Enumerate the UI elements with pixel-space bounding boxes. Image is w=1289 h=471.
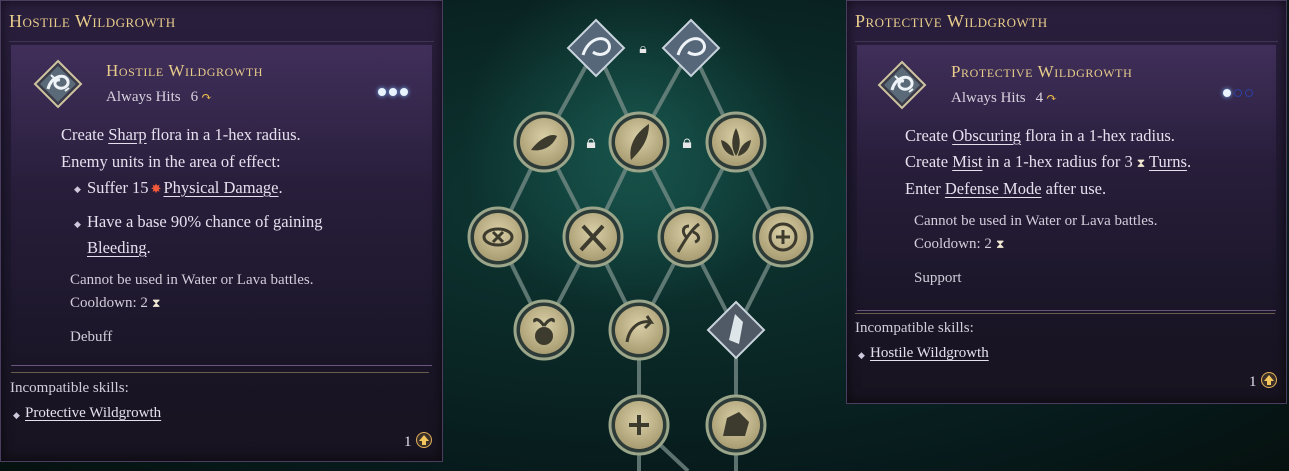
crystal-shard-node[interactable]: [706, 300, 766, 360]
skill-rank-dots: [378, 88, 408, 96]
ap-cost: 4: [1035, 90, 1044, 106]
no-sword-node[interactable]: [562, 206, 624, 268]
incompatible-skill-link[interactable]: Protective Wildgrowth: [25, 405, 161, 422]
effect-line: Have a base 90% chance of gaining: [87, 212, 323, 231]
skill-rank-dots: [1223, 89, 1253, 97]
restriction-text: Cannot be used in Water or Lava battles.: [914, 213, 1158, 229]
rank-dot: [1223, 89, 1231, 97]
cooldown-text: Cooldown: 2 ⧗: [914, 236, 1005, 252]
skill-meta: Always Hits 6 ↷: [106, 89, 212, 106]
arrow-leaf-node[interactable]: [608, 299, 670, 361]
heal-plus-node[interactable]: [752, 206, 814, 268]
skull-sprout-node[interactable]: [513, 299, 575, 361]
eye-cross-node[interactable]: [467, 206, 529, 268]
rock-vine-node[interactable]: [705, 394, 767, 456]
action-point-icon: ↷: [1046, 90, 1057, 105]
always-hits-label: Always Hits: [951, 90, 1026, 106]
ap-cost: 6: [190, 89, 199, 105]
hourglass-icon: ⧗: [1136, 156, 1146, 170]
skill-tree: 🔒︎ 🔒︎ 🔒︎: [463, 0, 814, 471]
link-physical-damage[interactable]: Physical Damage: [163, 178, 278, 197]
hourglass-icon: ⧗: [995, 237, 1005, 251]
skill-category: Support: [914, 270, 962, 286]
restriction-text: Cannot be used in Water or Lava battles.: [70, 272, 314, 288]
link-bleeding[interactable]: Bleeding: [87, 238, 147, 257]
rank-dot: [389, 88, 397, 96]
description-line: Enter Defense Mode after use.: [905, 179, 1107, 198]
bullet-icon: ◆: [13, 410, 20, 420]
cooldown-text: Cooldown: 2 ⧗: [70, 295, 161, 311]
skill-name: Hostile Wildgrowth: [106, 61, 264, 80]
vine-branch-node[interactable]: [657, 206, 719, 268]
incompatible-skill-link[interactable]: Hostile Wildgrowth: [870, 345, 989, 362]
tooltip-title: Hostile Wildgrowth: [9, 11, 176, 31]
skill-tooltip-right: Protective Wildgrowth Protective Wildgro…: [846, 0, 1287, 404]
dragon-skill-icon: [33, 59, 83, 109]
bullet-icon: ◆: [74, 184, 81, 194]
effect-line: Bleeding.: [87, 238, 151, 257]
hand-leaf-node[interactable]: [513, 111, 575, 173]
hourglass-icon: ⧗: [151, 296, 161, 310]
rank-dot: [378, 88, 386, 96]
divider: [11, 372, 429, 373]
skill-name: Protective Wildgrowth: [951, 62, 1133, 81]
lock-icon: 🔒︎: [586, 132, 596, 152]
physical-damage-icon: ✸: [150, 181, 162, 196]
link-sharp[interactable]: Sharp: [108, 125, 147, 144]
bullet-icon: ◆: [74, 219, 81, 229]
description-line: Enemy units in the area of effect:: [61, 152, 281, 171]
lock-icon: 🔒︎: [639, 42, 646, 57]
link-mist[interactable]: Mist: [952, 152, 982, 171]
link-obscuring[interactable]: Obscuring: [952, 126, 1021, 145]
skill-level: 1: [1249, 372, 1277, 391]
skill-level: 1: [404, 432, 432, 451]
level-up-icon: [415, 432, 432, 448]
effect-line: Suffer 15 ✸ Physical Damage.: [87, 178, 283, 197]
divider: [855, 41, 1278, 42]
rank-dot: [1234, 89, 1242, 97]
skill-category: Debuff: [70, 329, 113, 345]
action-point-icon: ↷: [201, 89, 212, 104]
tooltip-title: Protective Wildgrowth: [855, 11, 1048, 31]
vine-leaf-node[interactable]: [608, 111, 670, 173]
always-hits-label: Always Hits: [106, 89, 181, 105]
divider: [9, 41, 434, 42]
description-line: Create Obscuring flora in a 1-hex radius…: [905, 126, 1175, 145]
leaf-plus-node[interactable]: [608, 394, 670, 456]
rank-dot: [1245, 89, 1253, 97]
description-line: Create Mist in a 1-hex radius for 3 ⧗ Tur…: [905, 152, 1192, 171]
description-line: Create Sharp flora in a 1-hex radius.: [61, 125, 301, 144]
divider: [855, 313, 1275, 314]
level-up-icon: [1260, 372, 1277, 388]
skill-meta: Always Hits 4 ↷: [951, 90, 1057, 107]
dragon-skill-icon: [877, 60, 927, 110]
link-defense-mode[interactable]: Defense Mode: [945, 179, 1042, 198]
link-turns[interactable]: Turns: [1149, 152, 1187, 171]
bullet-icon: ◆: [858, 350, 865, 360]
lock-icon: 🔒︎: [682, 132, 692, 152]
lotus-node[interactable]: [705, 111, 767, 173]
incompatible-label: Incompatible skills:: [10, 380, 129, 396]
rank-dot: [400, 88, 408, 96]
incompatible-label: Incompatible skills:: [855, 320, 974, 336]
skill-tooltip-left: Hostile Wildgrowth Hostile Wildgrowth Al…: [0, 0, 443, 462]
